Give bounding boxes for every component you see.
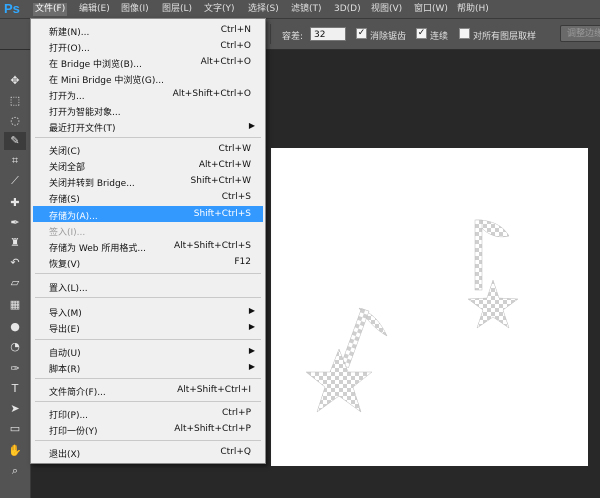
antialias-checkbox[interactable]: ✓ [356,28,367,39]
menu-separator [35,440,261,441]
path-select-tool-icon[interactable]: ➤ [4,400,26,418]
menu-item-exit[interactable]: 退出(X) Ctrl+Q [33,444,263,460]
submenu-arrow-icon: ▶ [248,121,255,130]
clone-stamp-tool-icon[interactable]: ♜ [4,234,26,252]
menu-item-export[interactable]: 导出(E) ▶ [33,319,263,335]
menu-image[interactable]: 图像(I) [121,3,149,16]
zoom-tool-icon[interactable]: ⌕ [4,462,26,480]
contiguous-label: 连续 [430,32,449,42]
menu-layer[interactable]: 图层(L) [162,3,192,16]
menu-item-open[interactable]: 打开(O)... Ctrl+O [33,38,263,54]
menu-item-browse-mini-bridge[interactable]: 在 Mini Bridge 中浏览(G)... [33,70,263,86]
menu-item-print-one-copy[interactable]: 打印一份(Y) Alt+Shift+Ctrl+P [33,421,263,437]
menu-type[interactable]: 文字(Y) [204,3,235,16]
large-note-star [305,348,373,413]
menu-item-place[interactable]: 置入(L)... [33,278,263,294]
menu-item-open-as[interactable]: 打开为... Alt+Shift+Ctrl+O [33,86,263,102]
move-tool-icon[interactable]: ✥ [4,72,26,90]
menu-filter[interactable]: 滤镜(T) [291,3,322,16]
pen-tool-icon[interactable]: ✑ [4,360,26,378]
rectangle-tool-icon[interactable]: ▭ [4,420,26,438]
hand-tool-icon[interactable]: ✋ [4,442,26,460]
menu-separator [35,273,261,274]
submenu-arrow-icon: ▶ [248,306,255,315]
refine-edge-button[interactable]: 调整边缘 [560,25,600,42]
menu-3d[interactable]: 3D(D) [334,3,361,16]
menu-view[interactable]: 视图(V) [371,3,402,16]
menu-select[interactable]: 选择(S) [248,3,279,16]
menu-separator [35,401,261,402]
menu-bar: Ps 文件(F) 编辑(E) 图像(I) 图层(L) 文字(Y) 选择(S) 滤… [0,0,600,19]
gradient-tool-icon[interactable]: ▦ [4,296,26,314]
menu-item-print[interactable]: 打印(P)... Ctrl+P [33,405,263,421]
blur-tool-icon[interactable]: ● [4,318,26,336]
lasso-tool-icon[interactable]: ◌ [4,112,26,130]
menu-item-close[interactable]: 关闭(C) Ctrl+W [33,141,263,157]
menu-file[interactable]: 文件(F) [33,3,68,16]
large-note-stem [340,308,370,368]
menu-item-import[interactable]: 导入(M) ▶ [33,303,263,319]
quick-select-tool-icon[interactable]: ✎ [4,132,26,150]
menu-item-new[interactable]: 新建(N)... Ctrl+N [33,22,263,38]
menu-item-close-go-bridge[interactable]: 关闭并转到 Bridge... Shift+Ctrl+W [33,173,263,189]
menu-item-scripts[interactable]: 脚本(R) ▶ [33,359,263,375]
crop-tool-icon[interactable]: ⌗ [4,152,26,170]
menu-separator [35,339,261,340]
menu-item-close-all[interactable]: 关闭全部 Alt+Ctrl+W [33,157,263,173]
menu-item-save-for-web[interactable]: 存储为 Web 所用格式... Alt+Shift+Ctrl+S [33,238,263,254]
small-note-stem [474,219,483,291]
menu-item-browse-bridge[interactable]: 在 Bridge 中浏览(B)... Alt+Ctrl+O [33,54,263,70]
menu-item-recent-files[interactable]: 最近打开文件(T) ▶ [33,118,263,134]
tolerance-input[interactable]: 32 [310,27,346,41]
file-menu-dropdown: 新建(N)... Ctrl+N 打开(O)... Ctrl+O 在 Bridge 中… [30,18,266,464]
marquee-tool-icon[interactable]: ⬚ [4,92,26,110]
menu-window[interactable]: 窗口(W) [414,3,448,16]
menu-edit[interactable]: 编辑(E) [79,3,110,16]
history-brush-tool-icon[interactable]: ↶ [4,254,26,272]
antialias-label: 消除锯齿 [370,32,407,42]
menu-item-file-info[interactable]: 文件简介(F)... Alt+Shift+Ctrl+I [33,382,263,398]
photoshop-logo: Ps [4,1,20,16]
tools-panel: ✥ ⬚ ◌ ✎ ⌗ ⟋ ✚ ✒ ♜ ↶ ▱ ▦ ● ◔ ✑ T ➤ ▭ ✋ ⌕ [0,50,31,498]
menu-help[interactable]: 帮助(H) [457,3,489,16]
options-divider [270,24,271,44]
sample-all-layers-label: 对所有图层取样 [473,32,537,42]
tolerance-label: 容差: [282,32,304,42]
sample-all-layers-checkbox[interactable] [459,28,470,39]
menu-separator [35,378,261,379]
menu-item-check-in: 签入(I)... [49,228,86,238]
menu-item-open-as-smart-object[interactable]: 打开为智能对象... [33,102,263,118]
contiguous-checkbox[interactable]: ✓ [416,28,427,39]
brush-tool-icon[interactable]: ✒ [4,214,26,232]
submenu-arrow-icon: ▶ [248,346,255,355]
menu-item-save-as[interactable]: 存储为(A)... Shift+Ctrl+S [33,206,263,222]
type-tool-icon[interactable]: T [4,380,26,398]
submenu-arrow-icon: ▶ [248,362,255,371]
transparent-music-notes-illustration [305,219,519,413]
eraser-tool-icon[interactable]: ▱ [4,274,26,292]
eyedropper-tool-icon[interactable]: ⟋ [4,172,26,190]
menu-item-automate[interactable]: 自动(U) ▶ [33,343,263,359]
submenu-arrow-icon: ▶ [248,322,255,331]
menu-separator [35,297,261,298]
spot-heal-tool-icon[interactable]: ✚ [4,194,26,212]
menu-separator [35,137,261,138]
menu-item-save[interactable]: 存储(S) Ctrl+S [33,189,263,205]
dodge-tool-icon[interactable]: ◔ [4,338,26,356]
menu-item-revert[interactable]: 恢复(V) F12 [33,254,263,270]
document-canvas[interactable] [271,148,588,466]
